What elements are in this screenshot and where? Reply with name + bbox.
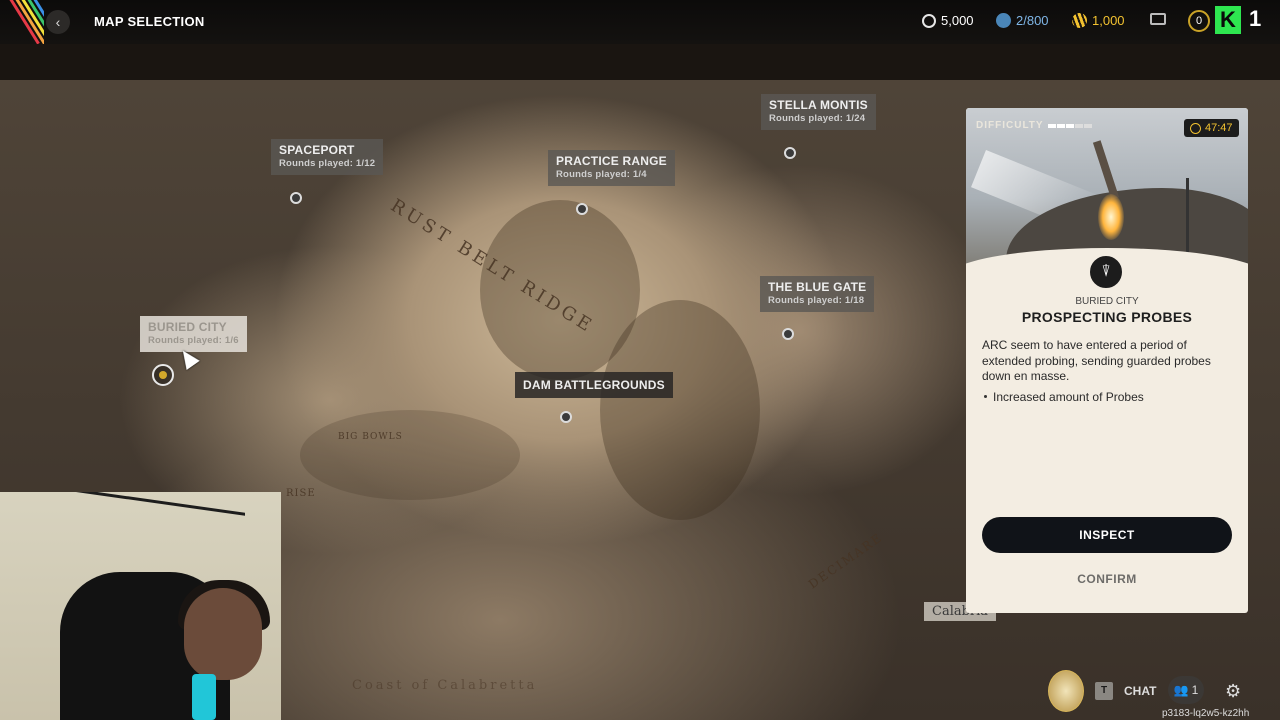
location-pin[interactable] (782, 328, 794, 340)
mail-icon[interactable] (1150, 13, 1166, 25)
region-label-decimare: DECIMARE (806, 530, 886, 592)
location-dam-battlegrounds[interactable]: DAM BATTLEGROUNDS (515, 372, 673, 398)
party-count: 1 (1191, 683, 1199, 697)
location-the-blue-gate[interactable]: THE BLUE GATE Rounds played: 1/18 (760, 276, 875, 312)
map-condition-card: DIFFICULTY 47:47 ⍒ BURIED CITY PROSPECTI… (966, 108, 1248, 613)
location-spaceport[interactable]: SPACEPORT Rounds played: 1/12 (271, 139, 384, 175)
location-stella-montis[interactable]: STELLA MONTIS Rounds played: 1/24 (761, 94, 876, 130)
player-avatar[interactable] (1048, 670, 1084, 712)
microphone-icon (192, 674, 216, 720)
condition-timer: 47:47 (1184, 119, 1239, 137)
page-title: MAP SELECTION (94, 14, 205, 29)
effect-text: Increased amount of Probes (993, 390, 1144, 404)
gear-icon[interactable]: ⚙ (1225, 681, 1241, 702)
credits-icon (1072, 13, 1087, 28)
location-name: BURIED CITY (148, 320, 227, 334)
region-label-big-bowls: BIG BOWLS (338, 432, 403, 442)
location-name: SPACEPORT (279, 143, 355, 157)
brand-stripes (0, 0, 44, 44)
credits-value: 1,000 (1092, 13, 1125, 28)
chat-button[interactable]: CHAT (1124, 684, 1156, 698)
location-name: DAM BATTLEGROUNDS (523, 378, 665, 392)
difficulty-bars (1047, 120, 1093, 131)
webcam-overlay (0, 492, 281, 720)
tokens-counter: 2/800 (996, 13, 1049, 28)
rocket-icon (1092, 140, 1120, 200)
location-name: STELLA MONTIS (769, 98, 868, 112)
rounds-played: Rounds played: 1/6 (148, 335, 239, 346)
clock-icon (1190, 122, 1201, 134)
location-buried-city[interactable]: BURIED CITY Rounds played: 1/6 (140, 316, 247, 352)
back-button[interactable]: ‹ (46, 10, 70, 34)
token-icon (996, 13, 1011, 28)
condition-effect: Increased amount of Probes (984, 390, 1234, 404)
difficulty-indicator: DIFFICULTY (976, 120, 1093, 131)
condition-location: BURIED CITY (1075, 296, 1139, 307)
timer-value: 47:47 (1205, 122, 1233, 134)
location-name: THE BLUE GATE (768, 280, 867, 294)
rounds-played: Rounds played: 1/12 (279, 158, 376, 169)
coins-value: 5,000 (941, 13, 974, 28)
region-label-coast: Coast of Calabretta (352, 678, 538, 693)
confirm-button[interactable]: CONFIRM (982, 565, 1232, 593)
top-bar: ‹ MAP SELECTION 5,000 2/800 1,000 0 K 1 (0, 0, 1280, 44)
location-pin[interactable] (576, 203, 588, 215)
location-practice-range[interactable]: PRACTICE RANGE Rounds played: 1/4 (548, 150, 675, 186)
session-id: p3183-lq2w5-kz2hh (1162, 708, 1250, 719)
channel-logo: K (1215, 6, 1241, 34)
rounds-played: Rounds played: 1/24 (769, 113, 866, 124)
probe-icon: ⍒ (1088, 254, 1124, 290)
rounds-played: Rounds played: 1/18 (768, 295, 865, 306)
location-name: PRACTICE RANGE (556, 154, 667, 168)
location-pin[interactable] (784, 147, 796, 159)
location-pin[interactable] (290, 192, 302, 204)
coin-icon (922, 13, 936, 28)
inspect-button[interactable]: INSPECT (982, 517, 1232, 553)
rounds-played: Rounds played: 1/4 (556, 169, 647, 180)
chevron-left-icon: ‹ (55, 14, 61, 30)
condition-title: PROSPECTING PROBES (1021, 309, 1193, 325)
party-button[interactable]: 👥 1 (1168, 676, 1204, 704)
selected-location-pin[interactable] (152, 364, 174, 386)
level-badge[interactable]: 0 (1188, 10, 1210, 32)
tokens-value: 2/800 (1016, 13, 1049, 28)
credits-counter: 1,000 (1072, 13, 1125, 28)
region-label-rise: RISE (286, 488, 316, 499)
party-icon: 👥 (1173, 683, 1189, 697)
coins-counter: 5,000 (922, 13, 974, 28)
difficulty-label: DIFFICULTY (976, 120, 1044, 131)
chat-key-hint: T (1095, 682, 1113, 700)
bullet-icon (984, 394, 987, 398)
channel-badge: 1 (1249, 6, 1262, 31)
location-pin[interactable] (560, 411, 572, 423)
condition-description: ARC seem to have entered a period of ext… (982, 338, 1211, 383)
